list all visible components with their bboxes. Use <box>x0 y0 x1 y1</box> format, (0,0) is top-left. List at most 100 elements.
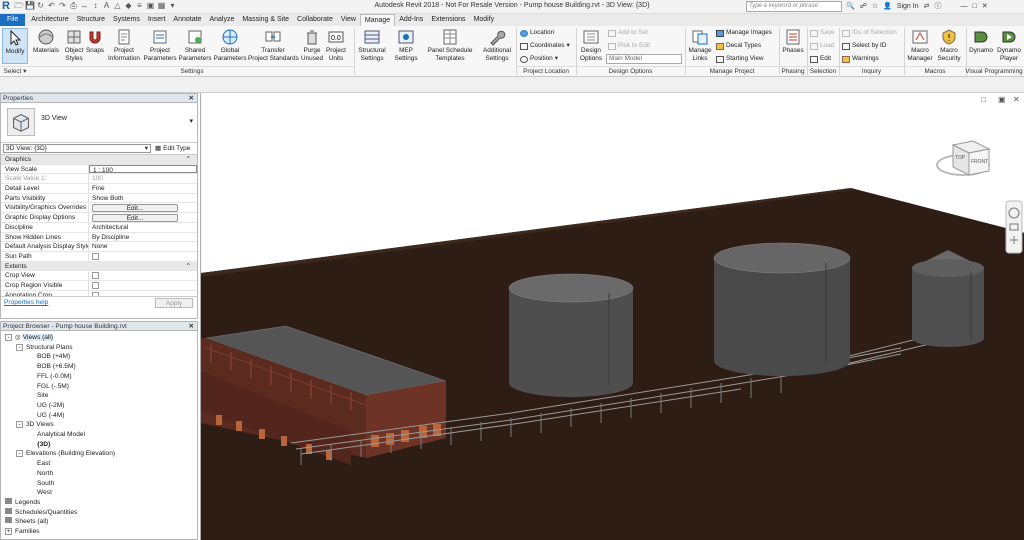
panel-schedule-templates-button[interactable]: Panel Schedule Templates <box>425 28 475 62</box>
manage-links-button[interactable]: Manage Links <box>687 28 713 62</box>
warnings-button[interactable]: Warnings <box>842 55 879 63</box>
expand-toggle-icon[interactable]: - <box>16 343 23 351</box>
browser-tree-item[interactable]: - Elevations (Building Elevation) <box>1 449 197 459</box>
tab-view[interactable]: View <box>337 14 360 26</box>
project-parameters-button[interactable]: Project Parameters <box>143 28 177 62</box>
property-checkbox[interactable] <box>92 281 99 289</box>
expand-toggle-icon[interactable]: - <box>5 334 12 341</box>
decal-types-button[interactable]: Decal Types <box>716 42 761 50</box>
tab-add-ins[interactable]: Add-Ins <box>395 14 427 26</box>
project-units-button[interactable]: 0.0 Project Units <box>325 28 347 62</box>
save-selection-button[interactable]: Save <box>810 29 835 37</box>
maximize-view-icon[interactable]: ▣ <box>998 95 1006 104</box>
tab-extensions[interactable]: Extensions <box>427 14 469 26</box>
expand-toggle-icon[interactable]: + <box>5 528 12 536</box>
transfer-project-standards-button[interactable]: Transfer Project Standards <box>248 28 299 62</box>
3d-model-canvas[interactable]: □ ▣ ✕ TOP FRONT <box>201 93 1024 540</box>
exchange-icon[interactable]: ⇄ <box>924 1 930 12</box>
browser-tree-item[interactable]: - ◎ Views (all) <box>1 333 197 343</box>
location-button[interactable]: Location <box>520 29 554 37</box>
tab-systems[interactable]: Systems <box>109 14 144 26</box>
browser-tree-item[interactable]: Schedules/Quantities <box>1 507 197 518</box>
main-model-dropdown[interactable]: Main Model <box>606 54 682 64</box>
restore-icon[interactable]: □ <box>981 95 986 104</box>
edit-button[interactable]: Edit... <box>92 204 178 213</box>
tab-insert[interactable]: Insert <box>144 14 170 26</box>
browser-tree-item[interactable]: Sheets (all) <box>1 517 197 527</box>
pick-to-edit-button[interactable]: Pick to Edit <box>608 42 650 50</box>
browser-tree-item[interactable]: South <box>1 479 197 489</box>
browser-tree-item[interactable]: UG (-2M) <box>1 401 197 411</box>
tab-modify[interactable]: Modify <box>470 14 499 26</box>
close-view-icon[interactable]: ✕ <box>1013 95 1020 104</box>
materials-button[interactable]: Materials <box>32 28 60 55</box>
3d-viewport[interactable]: □ ▣ ✕ TOP FRONT <box>200 93 1024 540</box>
browser-tree-item[interactable]: East <box>1 459 197 469</box>
modify-button[interactable]: Modify <box>2 28 28 64</box>
navigation-bar[interactable] <box>1005 200 1023 254</box>
type-selector[interactable]: 3D View ▾ <box>1 103 197 143</box>
properties-help-link[interactable]: Properties help <box>4 299 48 306</box>
position-button[interactable]: Position ▾ <box>520 55 558 63</box>
tab-architecture[interactable]: Architecture <box>27 14 72 26</box>
browser-tree-item[interactable]: UG (-4M) <box>1 411 197 421</box>
tab-collaborate[interactable]: Collaborate <box>293 14 337 26</box>
search-input[interactable]: Type a keyword or phrase <box>746 1 842 12</box>
purge-unused-button[interactable]: Purge Unused <box>300 28 324 62</box>
browser-tree-item[interactable]: West <box>1 488 197 498</box>
browser-tree-item[interactable]: Analytical Model <box>1 430 197 440</box>
macro-manager-button[interactable]: Macro Manager <box>906 28 934 62</box>
select-group-label[interactable]: Select ▾ <box>0 66 30 76</box>
add-to-set-button[interactable]: Add to Set <box>608 29 648 37</box>
close-icon[interactable]: ✕ <box>982 1 988 12</box>
mep-settings-button[interactable]: MEP Settings <box>392 28 420 62</box>
expand-toggle-icon[interactable]: - <box>16 450 23 458</box>
global-parameters-button[interactable]: Global Parameters <box>213 28 247 62</box>
subscription-icon[interactable]: ☍ <box>860 1 867 12</box>
maximize-icon[interactable]: □ <box>972 1 976 12</box>
snaps-button[interactable]: Snaps <box>86 28 104 55</box>
tab-file[interactable]: File <box>0 14 26 26</box>
object-styles-button[interactable]: Object Styles <box>62 28 86 62</box>
property-section[interactable]: Graphics ⌃ <box>1 155 197 165</box>
expand-toggle-icon[interactable]: - <box>16 421 23 429</box>
browser-tree-item[interactable]: -3D Views <box>1 420 197 430</box>
design-options-button[interactable]: Design Options <box>578 28 604 62</box>
viewcube-top-label[interactable]: TOP <box>955 155 966 161</box>
property-checkbox[interactable] <box>92 272 99 280</box>
viewcube-front-label[interactable]: FRONT <box>971 159 988 165</box>
dynamo-player-button[interactable]: Dynamo Player <box>996 28 1022 62</box>
edit-type-button[interactable]: ▦ Edit Type <box>155 144 190 153</box>
edit-selection-button[interactable]: Edit <box>810 55 831 63</box>
tab-massing-site[interactable]: Massing & Site <box>238 14 293 26</box>
minimize-icon[interactable]: — <box>960 1 967 12</box>
tab-annotate[interactable]: Annotate <box>169 14 205 26</box>
browser-tree-item[interactable]: Legends <box>1 497 197 508</box>
phases-button[interactable]: Phases <box>781 28 805 55</box>
browser-tree-item[interactable]: FFL (-0.0M) <box>1 372 197 382</box>
browser-tree-item[interactable]: BOB (+4M) <box>1 352 197 362</box>
property-checkbox[interactable] <box>92 252 99 260</box>
select-by-id-button[interactable]: Select by ID <box>842 42 886 50</box>
apply-button[interactable]: Apply <box>155 298 193 308</box>
view-selector-dropdown[interactable]: 3D View: {3D} ▾ <box>3 144 151 153</box>
user-icon[interactable]: 👤 <box>883 1 892 12</box>
property-section[interactable]: Extents ⌃ <box>1 261 197 272</box>
manage-images-button[interactable]: Manage Images <box>716 29 772 37</box>
tab-analyze[interactable]: Analyze <box>205 14 238 26</box>
search-icon[interactable]: 🔍 <box>846 1 855 12</box>
browser-tree-item[interactable]: + Families <box>1 527 197 537</box>
additional-settings-button[interactable]: Additional Settings <box>478 28 516 62</box>
starting-view-button[interactable]: Starting View <box>716 55 764 63</box>
structural-settings-button[interactable]: Structural Settings <box>356 28 388 62</box>
coordinates-button[interactable]: Coordinates ▾ <box>520 42 570 50</box>
macro-security-button[interactable]: Macro Security <box>935 28 963 62</box>
view-cube[interactable]: TOP FRONT <box>936 140 991 176</box>
sign-in-link[interactable]: Sign In <box>897 1 919 12</box>
project-information-button[interactable]: Project Information <box>106 28 142 62</box>
browser-tree-item[interactable]: BOB (+6.5M) <box>1 362 197 372</box>
type-dropdown-icon[interactable]: ▾ <box>189 117 193 125</box>
property-value-input[interactable]: 1 : 100 <box>89 164 197 174</box>
close-icon[interactable]: ✕ <box>188 322 194 331</box>
dynamo-button[interactable]: Dynamo <box>968 28 994 55</box>
